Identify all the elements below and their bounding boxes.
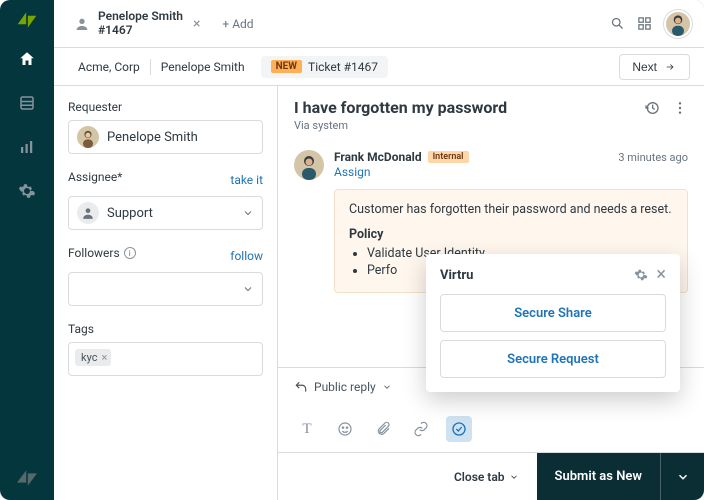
close-tab-button[interactable]: Close tab <box>454 470 519 484</box>
zendesk-logo <box>13 6 41 34</box>
assignee-field[interactable]: Support <box>68 196 263 230</box>
nav-rail <box>0 0 54 500</box>
gear-icon[interactable] <box>634 268 648 282</box>
requester-label: Requester <box>68 100 263 114</box>
user-icon <box>74 16 90 32</box>
footer: Close tab Submit as New <box>278 452 704 500</box>
breadcrumb-org[interactable]: Acme, Corp <box>68 56 150 78</box>
followers-field[interactable] <box>68 272 263 306</box>
tags-label: Tags <box>68 322 263 336</box>
emoji-icon[interactable] <box>332 416 358 442</box>
internal-badge: Internal <box>428 151 469 163</box>
assignee-value: Support <box>107 206 153 221</box>
close-icon[interactable]: × <box>656 266 666 284</box>
next-button[interactable]: Next <box>619 54 690 80</box>
take-it-link[interactable]: take it <box>230 173 263 187</box>
info-icon[interactable]: i <box>124 247 136 259</box>
tab-title-line1: Penelope Smith <box>98 10 183 23</box>
tab-title-line2: #1467 <box>98 24 183 37</box>
search-icon[interactable] <box>610 16 625 31</box>
chevron-down-icon <box>242 283 254 295</box>
followers-label: Followers i <box>68 246 136 260</box>
nav-home[interactable] <box>0 38 54 80</box>
add-tab-button[interactable]: + Add <box>214 13 261 35</box>
link-icon[interactable] <box>408 416 434 442</box>
nav-views[interactable] <box>0 82 54 124</box>
author-name: Frank McDonald <box>334 150 422 164</box>
via-label: Via system <box>294 119 636 132</box>
text-format-icon[interactable]: T <box>294 416 320 442</box>
note-body: Customer has forgotten their password an… <box>349 202 673 217</box>
virtru-popover: Virtru × Secure Share Secure Request <box>426 254 680 392</box>
submit-button-group: Submit as New <box>537 453 704 500</box>
breadcrumb-ticket[interactable]: NEW Ticket #1467 <box>261 56 388 78</box>
more-icon[interactable] <box>672 100 688 116</box>
history-icon[interactable] <box>644 100 660 116</box>
secure-share-button[interactable]: Secure Share <box>440 294 666 332</box>
apps-icon[interactable] <box>637 16 652 31</box>
assign-link[interactable]: Assign <box>334 165 688 179</box>
chevron-down-icon <box>242 207 254 219</box>
nav-admin[interactable] <box>0 170 54 212</box>
zendesk-mark <box>17 470 37 486</box>
breadcrumb-user[interactable]: Penelope Smith <box>151 56 255 78</box>
virtru-icon[interactable] <box>446 416 472 442</box>
attachment-icon[interactable] <box>370 416 396 442</box>
new-badge: NEW <box>271 60 302 73</box>
requester-field[interactable]: Penelope Smith <box>68 120 263 154</box>
support-avatar-icon <box>77 202 99 224</box>
popover-title: Virtru <box>440 268 473 283</box>
follow-link[interactable]: follow <box>230 249 263 263</box>
author-avatar <box>294 150 324 180</box>
assignee-label: Assignee* <box>68 170 122 184</box>
submit-menu-toggle[interactable] <box>660 453 704 500</box>
tabstrip: Penelope Smith #1467 × + Add <box>54 0 704 48</box>
nav-reporting[interactable] <box>0 126 54 168</box>
ticket-sidebar: Requester Penelope Smith Assignee* take … <box>54 86 278 500</box>
breadcrumb-bar: Acme, Corp Penelope Smith NEW Ticket #14… <box>54 48 704 86</box>
tag-chip[interactable]: kyc × <box>75 349 111 366</box>
secure-request-button[interactable]: Secure Request <box>440 340 666 378</box>
requester-value: Penelope Smith <box>107 130 198 145</box>
ticket-subject: I have forgotten my password <box>294 98 636 117</box>
requester-avatar <box>77 126 99 148</box>
ticket-tab[interactable]: Penelope Smith #1467 × <box>66 7 210 41</box>
tag-remove-icon[interactable]: × <box>101 351 107 364</box>
tags-field[interactable]: kyc × <box>68 342 263 376</box>
message-time: 3 minutes ago <box>618 151 688 164</box>
tab-close-icon[interactable]: × <box>191 14 202 34</box>
profile-avatar[interactable] <box>664 10 692 38</box>
policy-label: Policy <box>349 227 383 242</box>
submit-button[interactable]: Submit as New <box>537 453 660 500</box>
